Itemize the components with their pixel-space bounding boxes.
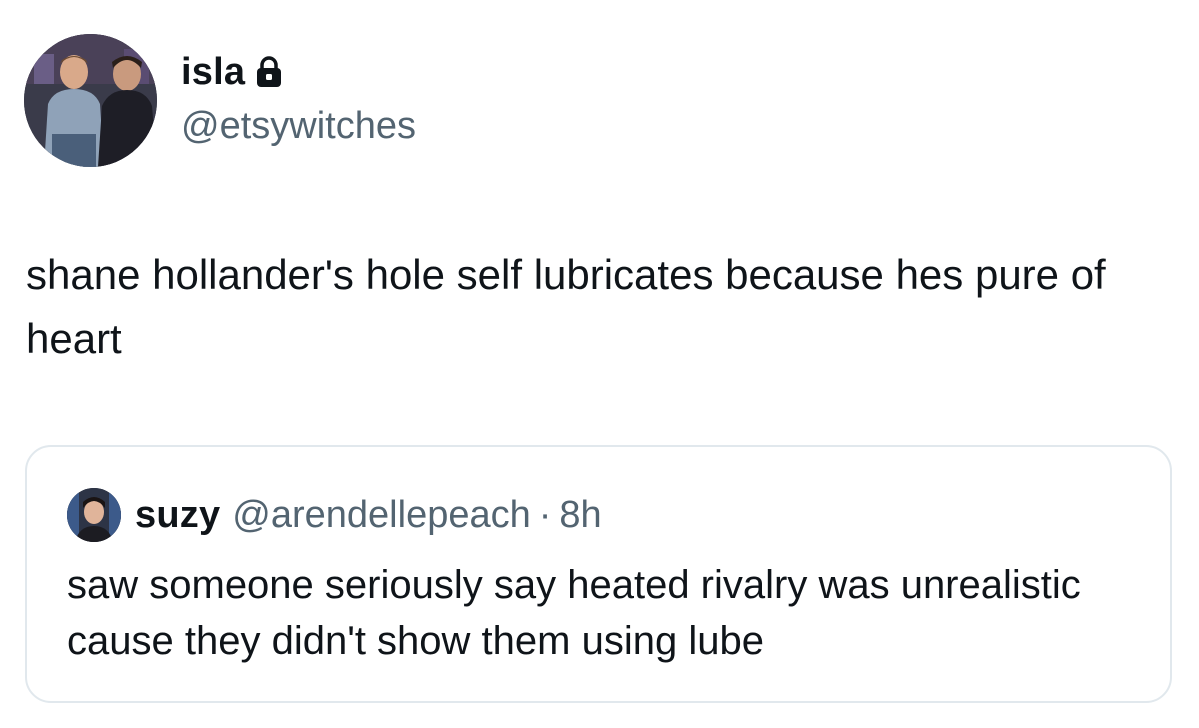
quote-avatar-photo [67,488,121,542]
quote-separator: · [538,493,552,536]
author-avatar[interactable] [24,34,157,167]
lock-icon [255,55,283,89]
author-name-row: isla [181,47,283,97]
quote-text: saw someone seriously say heated rivalry… [67,563,1081,663]
tweet: isla @etsywitches shane hollander's hole… [0,0,1199,728]
quote-author-name[interactable]: suzy [135,494,220,537]
quote-author-avatar[interactable] [67,488,121,542]
avatar-photo [24,34,157,167]
quote-timestamp[interactable]: 8h [559,494,601,537]
quote-tweet-card[interactable]: suzy @arendellepeach · 8h saw someone se… [25,445,1172,703]
tweet-text: shane hollander's hole self lubricates b… [26,251,1106,362]
quote-header: suzy @arendellepeach · 8h [67,486,602,544]
quote-author-handle[interactable]: @arendellepeach [232,494,530,537]
author-display-name[interactable]: isla [181,53,245,91]
author-handle[interactable]: @etsywitches [181,105,416,148]
